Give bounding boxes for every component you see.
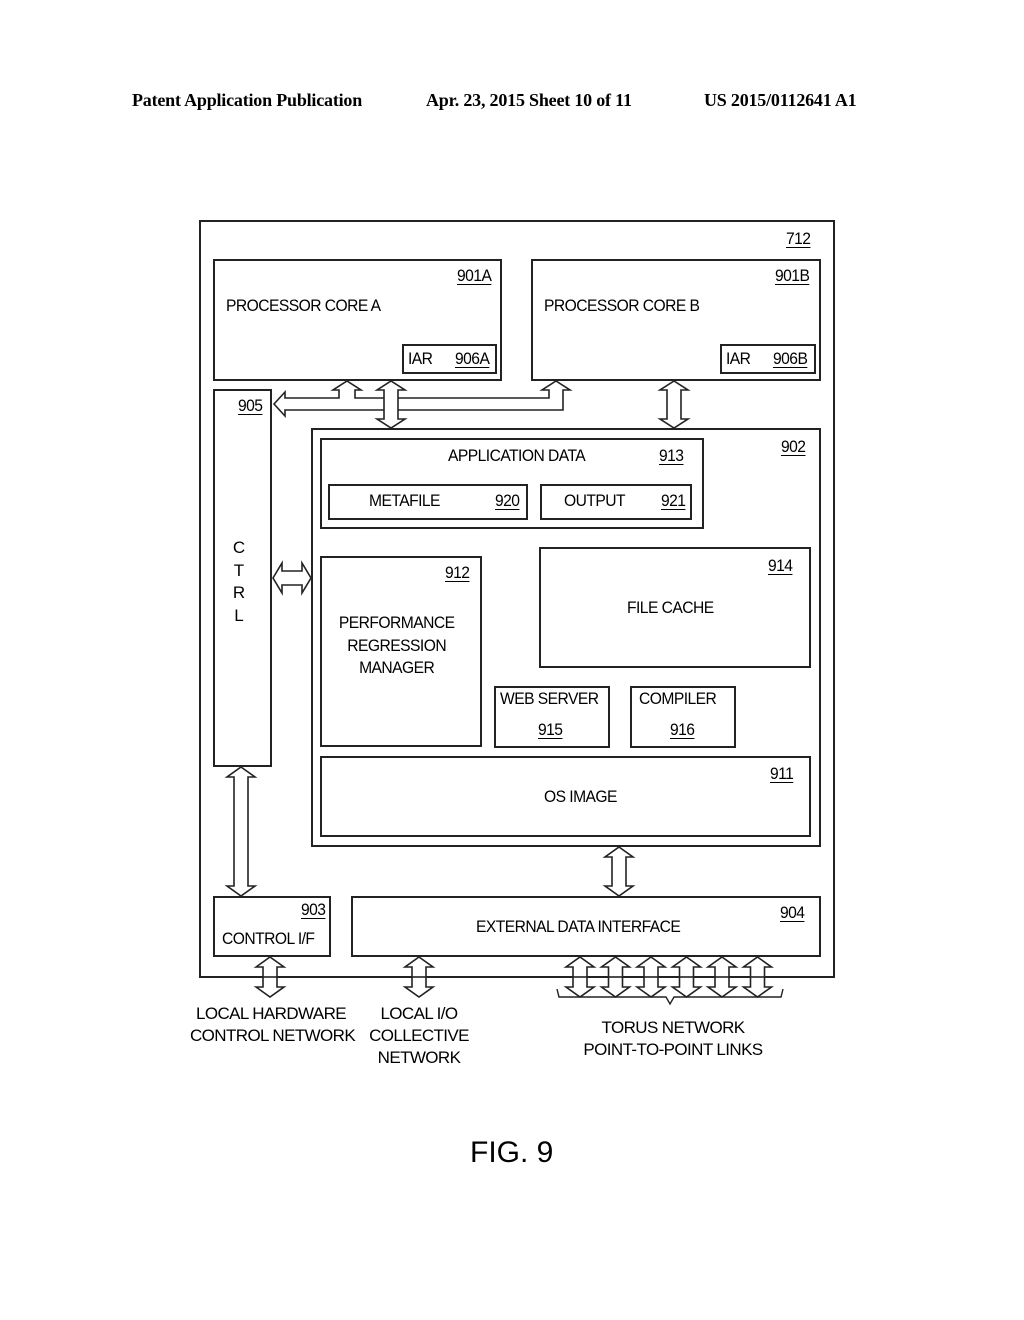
caption-line: NETWORK bbox=[377, 1048, 461, 1067]
caption-line: COLLECTIVE bbox=[369, 1026, 469, 1045]
caption-line: LOCAL I/O bbox=[380, 1004, 458, 1023]
torus-network-caption: TORUS NETWORK POINT-TO-POINT LINKS bbox=[580, 1017, 766, 1061]
core-bus-arrow bbox=[272, 380, 573, 419]
ctrl-memory-double-arrow bbox=[272, 560, 312, 596]
caption-line: TORUS NETWORK bbox=[601, 1018, 745, 1037]
connection-arrows bbox=[224, 380, 784, 1006]
memory-external-if-double-arrow bbox=[602, 846, 636, 897]
core-b-memory-double-arrow bbox=[657, 380, 691, 429]
ctrl-control-if-double-arrow bbox=[224, 766, 258, 897]
figure-label: FIG. 9 bbox=[470, 1136, 554, 1169]
caption-line: POINT-TO-POINT LINKS bbox=[583, 1040, 763, 1059]
caption-line: LOCAL HARDWARE bbox=[196, 1004, 347, 1023]
hw-control-network-caption: LOCAL HARDWARE CONTROL NETWORK bbox=[190, 1003, 356, 1047]
io-collective-network-caption: LOCAL I/O COLLECTIVE NETWORK bbox=[366, 1003, 472, 1069]
caption-line: CONTROL NETWORK bbox=[190, 1026, 356, 1045]
